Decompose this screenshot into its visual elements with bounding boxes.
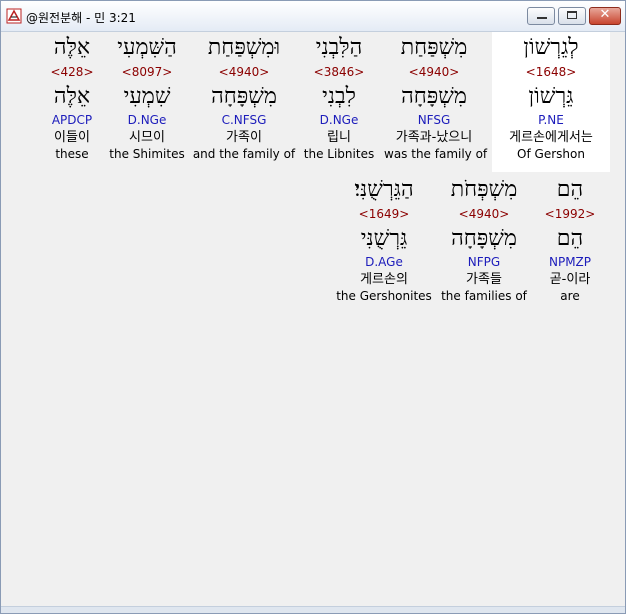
hebrew-word: הֵם [556,177,584,202]
app-window: @원전분해 - 민 3:21 ✕ לְגֵרְשׁוֹן <1648> גֵּר… [0,0,626,614]
word-column[interactable]: הֵם <1992> הֵם NPMZP 곧-이라 are [540,174,600,314]
strong-number[interactable]: <1992> [540,206,600,222]
hebrew-tool-icon [6,8,22,24]
hebrew-lemma: לִבְנִי [322,84,356,109]
parsing-code: C.NFSG [221,113,267,127]
word-column[interactable]: מִשְׁפְּחֹת <4940> מִשְׁפָּחָה NFPG 가족들 … [438,174,530,314]
hebrew-word: לְגֵרְשׁוֹן [523,35,579,60]
english-gloss: the Libnites [303,147,375,161]
hebrew-lemma: מִשְׁפָּחָה [211,84,277,109]
word-analysis-pane: לְגֵרְשׁוֹן <1648> גֵּרְשׁוֹן P.NE 게르손에게… [4,32,622,607]
hebrew-lemma: הֵם [556,226,584,251]
hebrew-lemma: שִׁמְעִי [123,84,171,109]
strong-number[interactable]: <8097> [106,64,188,80]
english-gloss: Of Gershon [517,147,585,161]
close-icon: ✕ [599,7,611,22]
word-column[interactable]: הַלִּבְנִי <3846> לִבְנִי D.NGe 립니 the L… [299,32,379,172]
hebrew-word: אֵלֶּה [53,35,91,60]
hebrew-lemma: מִשְׁפָּחָה [401,84,467,109]
korean-gloss: 가족들 [466,272,502,287]
hebrew-lemma: אֵלֶּה [53,84,91,109]
word-column[interactable]: אֵלֶּה <428> אֵלֶּה APDCP 이들이 these [44,32,100,172]
korean-gloss: 게르손에게서는 [509,130,593,145]
word-column[interactable]: וּמִשְׁפַּחַת <4940> מִשְׁפָּחָה C.NFSG … [192,32,296,172]
korean-gloss: 게르손의 [360,272,408,287]
parsing-code: P.NE [538,113,564,127]
parsing-code: NPMZP [548,255,592,269]
word-column[interactable]: הַשִּׁמְעִי <8097> שִׁמְעִי D.NGe 시므이 th… [106,32,188,172]
strong-number[interactable]: <1648> [492,64,610,80]
word-column[interactable]: לְגֵרְשׁוֹן <1648> גֵּרְשׁוֹן P.NE 게르손에게… [492,32,610,172]
hebrew-lemma: מִשְׁפָּחָה [451,226,517,251]
english-gloss: the Gershonites [336,289,432,303]
hebrew-word: מִשְׁפַּחַת [400,35,468,60]
strong-number[interactable]: <4940> [192,64,296,80]
korean-gloss: 시므이 [129,130,165,145]
minimize-button[interactable] [527,7,555,25]
hebrew-word: מִשְׁפְּחֹת [450,177,518,202]
hebrew-word: הַלִּבְנִי [315,35,363,60]
korean-gloss: 가족과-났으니 [395,130,473,145]
strong-number[interactable]: <428> [44,64,100,80]
english-gloss: are [560,289,580,303]
parsing-code: D.NGe [127,113,167,127]
parsing-code: APDCP [51,113,93,127]
korean-gloss: 이들이 [54,130,90,145]
parsing-code: NFSG [417,113,451,127]
parsing-code: D.NGe [319,113,359,127]
window-bottom-border [1,606,625,613]
hebrew-word: וּמִשְׁפַּחַת [207,35,281,60]
parsing-code: D.AGe [365,255,403,269]
hebrew-word: הַשִּׁמְעִי [117,35,177,60]
strong-number[interactable]: <1649> [334,206,434,222]
english-gloss: the Shimites [109,147,185,161]
close-button[interactable]: ✕ [589,7,621,25]
maximize-icon [567,11,577,19]
english-gloss: these [55,147,89,161]
korean-gloss: 가족이 [226,130,262,145]
hebrew-word: הַגֵּרְשֻׁנִּי׃ [354,177,414,202]
parsing-code: NFPG [467,255,501,269]
hebrew-lemma: גֵּרְשׁוֹן [528,84,574,109]
english-gloss: was the family of [384,147,488,161]
word-column[interactable]: מִשְׁפַּחַת <4940> מִשְׁפָּחָה NFSG 가족과-… [384,32,488,172]
strong-number[interactable]: <3846> [299,64,379,80]
title-bar[interactable]: @원전분해 - 민 3:21 ✕ [1,1,625,32]
hebrew-lemma: גֵּרְשֻׁנִּי [360,226,408,251]
korean-gloss: 곧-이라 [549,272,591,287]
korean-gloss: 립니 [327,130,351,145]
minimize-icon [537,17,547,19]
english-gloss: and the family of [192,147,296,161]
english-gloss: the families of [441,289,527,303]
word-column[interactable]: הַגֵּרְשֻׁנִּי׃ <1649> גֵּרְשֻׁנִּי D.AG… [334,174,434,314]
maximize-button[interactable] [558,7,586,25]
strong-number[interactable]: <4940> [438,206,530,222]
strong-number[interactable]: <4940> [384,64,484,80]
window-title: @원전분해 - 민 3:21 [26,11,136,25]
